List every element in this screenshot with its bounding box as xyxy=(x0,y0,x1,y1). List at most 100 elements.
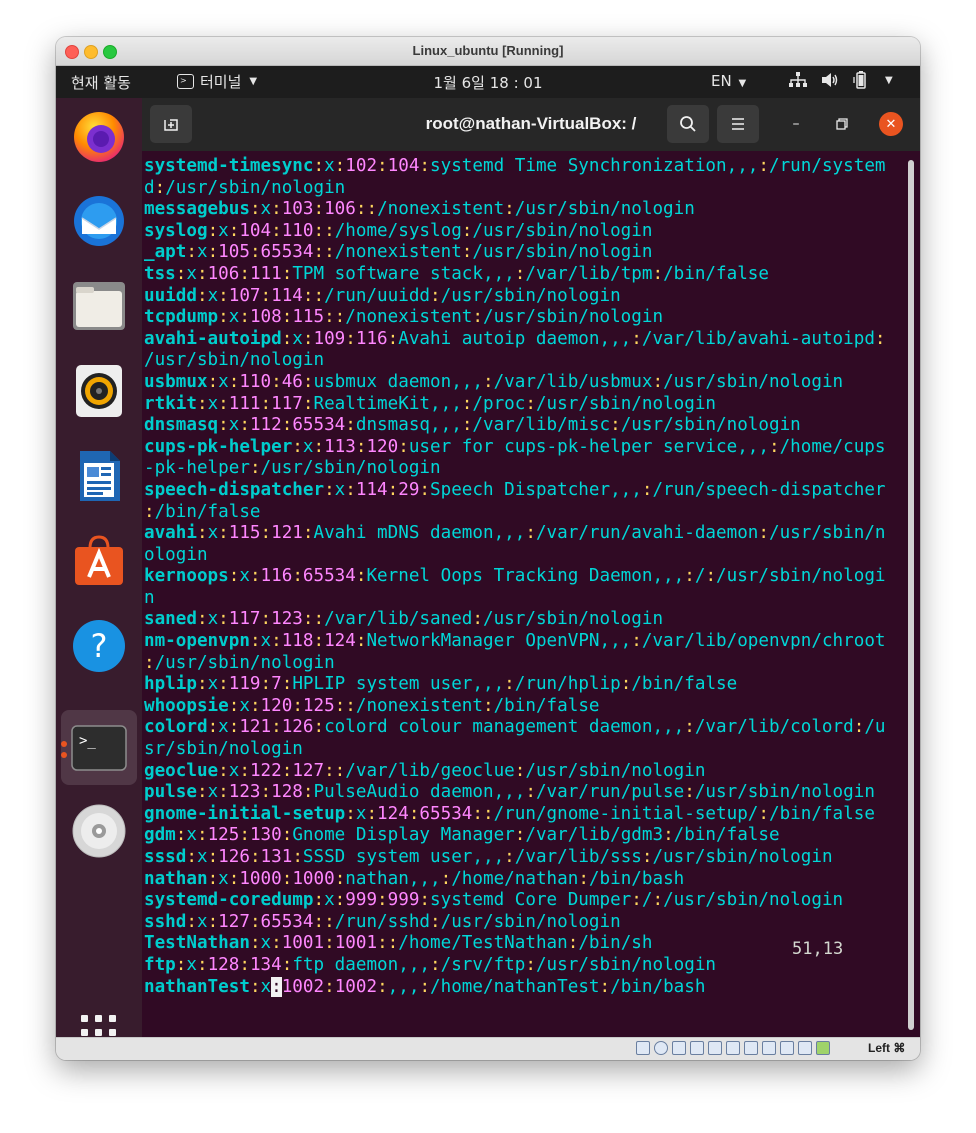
line-segment: : xyxy=(249,847,261,867)
line-segment: Avahi mDNS daemon,,, xyxy=(313,523,526,544)
line-segment: : xyxy=(175,954,187,975)
display-icon[interactable] xyxy=(744,1041,758,1055)
line-segment: /usr/sbin/nologin xyxy=(663,890,844,911)
line-segment: : xyxy=(281,263,293,284)
line-segment: cups-pk-helper xyxy=(144,436,293,457)
terminal-line: nm-openvpn:x:118:124:NetworkManager Open… xyxy=(144,631,904,653)
line-segment: x xyxy=(334,479,346,500)
rhythmbox-launcher[interactable] xyxy=(70,362,127,419)
line-segment: RealtimeKit,,, xyxy=(313,393,462,414)
keyboard-capture-icon[interactable] xyxy=(816,1041,830,1055)
line-segment: 134 xyxy=(249,954,282,975)
line-segment: : xyxy=(271,199,282,220)
help-icon: ? xyxy=(72,619,125,672)
thunderbird-launcher[interactable] xyxy=(70,192,127,249)
line-segment: 29 xyxy=(398,479,420,500)
network-adapter-icon[interactable] xyxy=(690,1041,704,1055)
line-segment: nathan xyxy=(144,868,208,889)
network-icon xyxy=(789,72,807,87)
close-button[interactable]: ✕ xyxy=(879,112,903,136)
line-segment: 65534 xyxy=(419,803,473,824)
line-segment: /nonexistent xyxy=(355,695,483,716)
line-segment: 121 xyxy=(271,523,303,544)
terminal-launcher[interactable]: >_ xyxy=(61,710,137,785)
text-cursor: : xyxy=(271,976,282,997)
scrollbar[interactable] xyxy=(908,160,914,1030)
line-segment: 999 xyxy=(387,890,420,911)
line-segment: /usr/sbin/nologin xyxy=(472,220,653,241)
line-segment: : xyxy=(228,371,240,392)
line-segment: :: xyxy=(377,933,399,954)
firefox-launcher[interactable] xyxy=(70,107,127,164)
dvd-drive-launcher[interactable] xyxy=(70,802,127,859)
line-segment: /bin/false xyxy=(663,263,769,284)
line-segment: : xyxy=(334,156,346,176)
mac-titlebar[interactable]: Linux_ubuntu [Running] xyxy=(56,37,920,66)
chevron-down-icon: ▼ xyxy=(738,78,747,89)
line-segment: NetworkManager OpenVPN,,, xyxy=(366,631,632,652)
hard-disk-icon[interactable] xyxy=(636,1041,650,1055)
line-segment: /usr/sbin/nologin xyxy=(652,847,833,867)
line-segment: systemd-coredump xyxy=(144,890,314,911)
search-button[interactable] xyxy=(667,105,709,143)
line-segment: 65534 xyxy=(292,415,346,436)
line-segment: x xyxy=(196,847,208,867)
line-segment: : xyxy=(207,868,219,889)
usb-icon[interactable] xyxy=(708,1041,722,1055)
line-segment: : xyxy=(874,328,886,349)
minimize-button[interactable]: – xyxy=(784,112,808,136)
line-segment: /run/speech-dispatcher xyxy=(652,479,886,500)
line-segment: 1002 xyxy=(334,976,378,997)
folder-icon xyxy=(72,281,125,330)
line-segment: /home/cups xyxy=(779,436,886,457)
line-segment: /var/lib/saned xyxy=(324,609,473,630)
maximize-button[interactable] xyxy=(830,112,854,136)
optical-drive-icon[interactable] xyxy=(654,1041,668,1055)
input-source-menu[interactable]: EN ▼ xyxy=(711,72,746,90)
terminal-headerbar[interactable]: root@nathan-VirtualBox: / – ✕ xyxy=(142,98,920,151)
line-segment: /usr/sbin/nologin xyxy=(535,393,717,414)
ubuntu-software-launcher[interactable] xyxy=(70,532,127,589)
speaker-icon xyxy=(75,364,122,417)
terminal-output[interactable]: systemd-timesync:x:102:104:systemd Time … xyxy=(144,156,904,1016)
line-segment: : xyxy=(249,933,261,954)
line-segment: : xyxy=(313,631,325,652)
audio-icon[interactable] xyxy=(672,1041,686,1055)
files-launcher[interactable] xyxy=(70,277,127,334)
line-segment: : xyxy=(218,307,229,328)
line-segment: sr/sbin/nologin xyxy=(144,739,303,760)
line-segment: 104 xyxy=(239,220,272,241)
menu-button[interactable] xyxy=(717,105,759,143)
help-launcher[interactable]: ? xyxy=(70,617,127,674)
video-capture-icon[interactable] xyxy=(762,1041,776,1055)
shared-folder-icon[interactable] xyxy=(726,1041,740,1055)
terminal-line: sshd:x:127:65534::/run/sshd:/usr/sbin/no… xyxy=(144,912,904,934)
line-segment: : xyxy=(249,458,261,479)
svg-text:?: ? xyxy=(90,627,107,665)
line-segment: saned xyxy=(144,609,197,630)
mouse-integration-icon[interactable] xyxy=(798,1041,812,1055)
line-segment: user for cups-pk-helper service,,, xyxy=(408,436,769,457)
libreoffice-writer-launcher[interactable] xyxy=(70,447,127,504)
terminal-line: sssd:x:126:131:SSSD system user,,,:/var/… xyxy=(144,847,904,869)
terminal-line: -pk-helper:/usr/sbin/nologin xyxy=(144,458,904,480)
line-segment: /var/lib/avahi-autoipd xyxy=(641,328,875,349)
line-segment: 1002 xyxy=(281,976,325,997)
line-segment: : xyxy=(218,415,229,436)
terminal-line: :/bin/false xyxy=(144,502,904,524)
line-segment: : xyxy=(461,220,473,241)
line-segment: x xyxy=(218,371,229,392)
line-segment: : xyxy=(430,954,441,975)
line-segment: : xyxy=(652,890,664,911)
line-segment: : xyxy=(186,242,197,263)
line-segment: x xyxy=(196,242,208,263)
line-segment: d xyxy=(144,177,155,198)
line-segment: : xyxy=(324,933,335,954)
line-segment: : xyxy=(196,825,208,846)
line-segment: : xyxy=(175,263,187,284)
system-tray[interactable]: ▼ xyxy=(789,71,893,89)
line-segment: : xyxy=(355,631,367,652)
cpu-icon[interactable] xyxy=(780,1041,794,1055)
line-segment: /nonexistent xyxy=(345,307,473,328)
line-segment: : xyxy=(377,976,388,997)
